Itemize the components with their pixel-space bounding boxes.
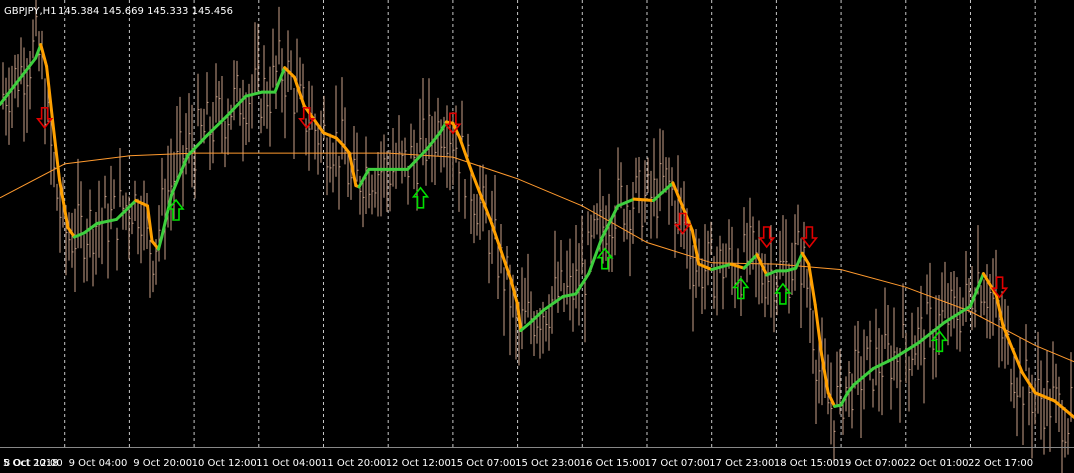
x-tick-label: 10 Oct 12:00 (192, 458, 257, 469)
x-tick-label: 19 Oct 07:00 (839, 458, 904, 469)
x-tick-label: 9 Oct 20:00 (133, 458, 192, 469)
x-tick-label: 11 Oct 04:00 (256, 458, 321, 469)
x-tick-label: 8 Oct 12:00 (4, 458, 63, 469)
x-tick-label: 15 Oct 07:00 (450, 458, 515, 469)
chart-ohlc: 145.384 145.669 145.333 145.456 (58, 6, 233, 17)
signal-line-segment (632, 197, 655, 202)
x-tick-label: 9 Oct 04:00 (69, 458, 128, 469)
x-tick-label: 15 Oct 23:00 (515, 458, 580, 469)
x-tick-label: 22 Oct 01:00 (903, 458, 968, 469)
x-tick-label: 11 Oct 20:00 (321, 458, 386, 469)
chart-symbol: GBPJPY,H1 (4, 6, 57, 17)
x-tick-label: 17 Oct 23:00 (709, 458, 774, 469)
x-tick-label: 18 Oct 15:00 (774, 458, 839, 469)
price-chart: 5 Oct 20188 Oct 12:00 9 Oct 04:00 9 Oct 20… (0, 0, 1074, 473)
x-tick-label: 16 Oct 15:00 (580, 458, 645, 469)
x-tick-label: 22 Oct 17:00 (968, 458, 1033, 469)
x-tick-label: 12 Oct 12:00 (386, 458, 451, 469)
x-tick-label: 17 Oct 07:00 (644, 458, 709, 469)
